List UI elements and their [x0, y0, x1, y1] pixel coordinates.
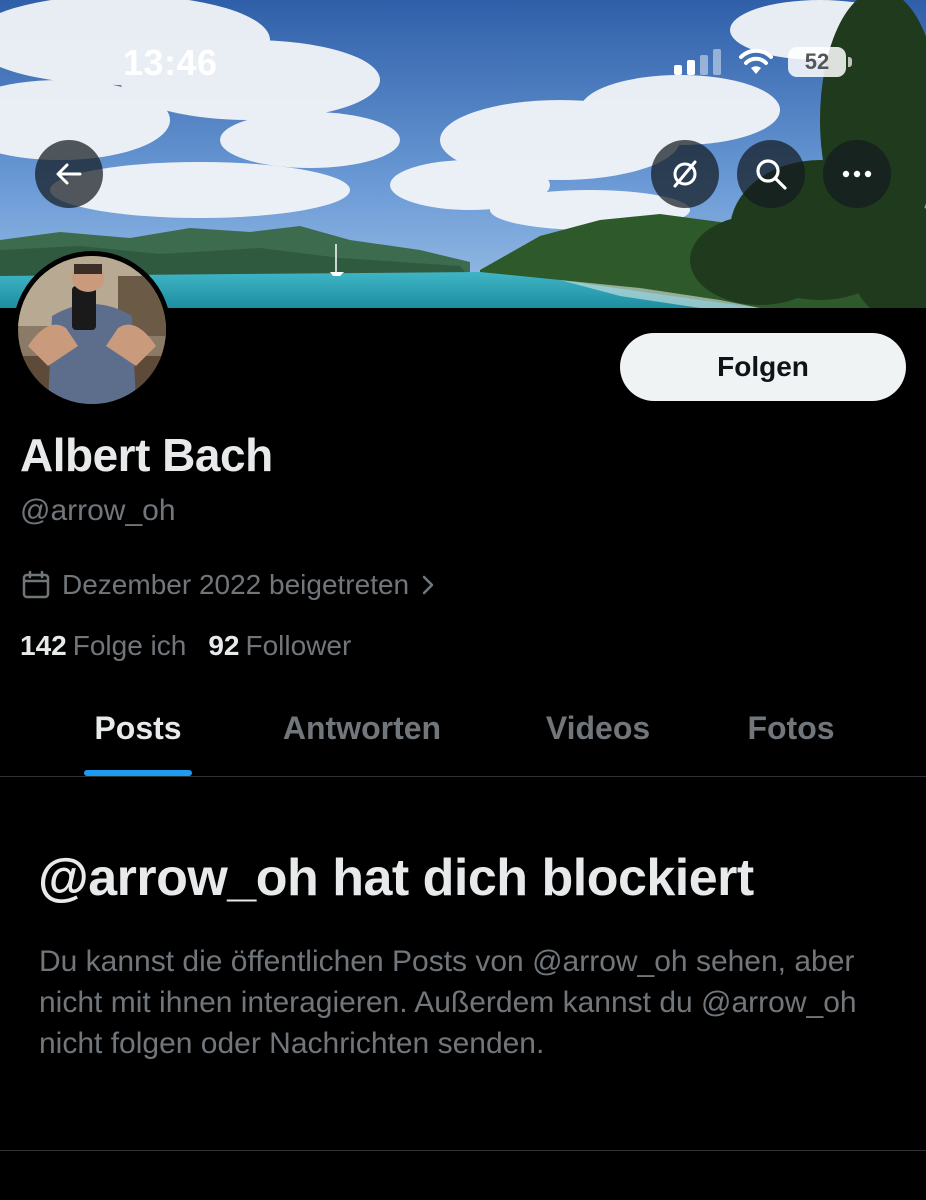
calendar-icon [22, 570, 50, 599]
follow-button[interactable]: Folgen [620, 333, 906, 401]
bell-off-icon [673, 160, 697, 188]
profile-handle: @arrow_oh [20, 494, 176, 527]
profile-avatar[interactable] [13, 251, 171, 409]
profile-banner[interactable]: 13:46 52 [0, 0, 926, 308]
status-bar-time: 13:46 [123, 42, 218, 83]
cellular-signal-icon [674, 49, 721, 75]
status-bar-icons: 52 [674, 46, 852, 78]
followers-count: 92 [208, 630, 240, 661]
joined-date[interactable]: Dezember 2022 beigetreten [20, 566, 437, 604]
tab-posts[interactable]: Posts [94, 710, 181, 747]
following-stat[interactable]: 142 Folge ich [20, 630, 186, 662]
arrow-left-icon [56, 163, 82, 185]
notifications-button[interactable] [651, 140, 719, 208]
following-label: Folge ich [72, 630, 187, 661]
wifi-icon [739, 48, 773, 74]
more-button[interactable] [823, 140, 891, 208]
joined-date-text: Dezember 2022 beigetreten [62, 569, 410, 600]
blocked-notice-body: Du kannst die öffentlichen Posts von @ar… [39, 945, 857, 1060]
ellipsis-icon [842, 170, 872, 178]
section-divider [0, 1150, 926, 1151]
followers-stat[interactable]: 92 Follower [208, 630, 351, 662]
battery-indicator: 52 [788, 47, 852, 77]
tab-videos[interactable]: Videos [546, 710, 650, 747]
tab-photos[interactable]: Fotos [747, 710, 834, 747]
following-count: 142 [20, 630, 67, 661]
blocked-notice-title: @arrow_oh hat dich blockiert [38, 849, 754, 907]
search-icon [756, 159, 787, 190]
profile-display-name: Albert Bach [20, 429, 273, 481]
avatar-image [18, 256, 166, 404]
active-tab-indicator [84, 770, 192, 776]
back-button[interactable] [35, 140, 103, 208]
follow-stats: 142 Folge ich 92 Follower [20, 630, 351, 662]
tab-replies[interactable]: Antworten [283, 710, 441, 747]
followers-label: Follower [245, 630, 352, 661]
chevron-right-icon [422, 575, 434, 595]
search-button[interactable] [737, 140, 805, 208]
profile-tabs: Posts Antworten Videos Fotos [0, 700, 926, 777]
